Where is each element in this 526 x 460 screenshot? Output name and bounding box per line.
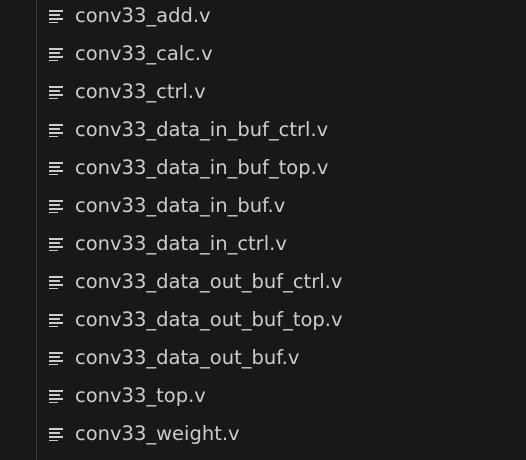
file-row[interactable]: conv33_ctrl.v (0, 73, 526, 111)
text-file-icon (48, 301, 64, 339)
file-name: conv33_data_in_buf_ctrl.v (75, 118, 329, 141)
file-name: conv33_top.v (75, 384, 206, 407)
file-row[interactable]: conv33_top.v (0, 377, 526, 415)
text-file-icon (48, 225, 64, 263)
file-name: conv33_add.v (75, 4, 211, 27)
text-file-icon (48, 415, 64, 453)
file-name: conv33_data_out_buf.v (75, 346, 300, 369)
text-file-icon (48, 149, 64, 187)
file-name: conv33_data_in_buf.v (75, 194, 286, 217)
file-row[interactable]: conv33_add.v (0, 0, 526, 35)
file-name: conv33_data_out_buf_top.v (75, 308, 343, 331)
file-row[interactable]: conv33_data_in_buf_ctrl.v (0, 111, 526, 149)
file-row[interactable]: conv33_data_out_buf.v (0, 339, 526, 377)
file-row[interactable]: conv33_calc.v (0, 35, 526, 73)
file-name: conv33_data_in_buf_top.v (75, 156, 329, 179)
file-row[interactable]: conv33_data_in_buf.v (0, 187, 526, 225)
text-file-icon (48, 111, 64, 149)
file-explorer: conv33_add.v conv33_calc.v conv33_ctrl.v… (0, 0, 526, 460)
file-name: conv33_weight.v (75, 422, 240, 445)
text-file-icon (48, 0, 64, 35)
file-name: conv33_data_out_buf_ctrl.v (75, 270, 343, 293)
file-name: conv33_ctrl.v (75, 80, 206, 103)
file-name: conv33_calc.v (75, 42, 213, 65)
file-row[interactable]: conv33_data_in_ctrl.v (0, 225, 526, 263)
file-row[interactable]: conv33_data_in_buf_top.v (0, 149, 526, 187)
text-file-icon (48, 377, 64, 415)
text-file-icon (48, 35, 64, 73)
text-file-icon (48, 263, 64, 301)
text-file-icon (48, 187, 64, 225)
text-file-icon (48, 339, 64, 377)
file-row[interactable]: conv33_data_out_buf_top.v (0, 301, 526, 339)
file-row[interactable]: conv33_weight.v (0, 415, 526, 453)
file-row[interactable]: conv33_data_out_buf_ctrl.v (0, 263, 526, 301)
file-name: conv33_data_in_ctrl.v (75, 232, 287, 255)
text-file-icon (48, 73, 64, 111)
